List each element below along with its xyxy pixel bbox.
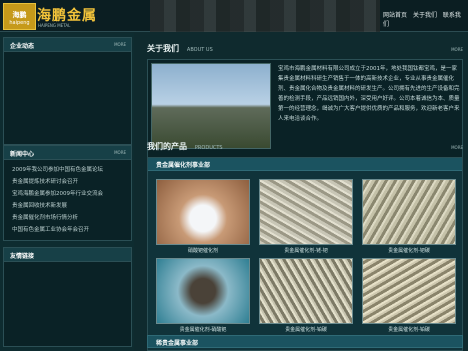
product-caption[interactable]: 贵金属催化剂-铂碳 (362, 326, 456, 333)
product-item[interactable]: 贵金属催化剂-铑-钯 (259, 179, 353, 254)
news-item[interactable]: 中国有色金属工业协会年会召开 (12, 224, 131, 236)
product-image[interactable] (259, 179, 353, 245)
company-name: 海鹏金属 (37, 8, 97, 24)
links-header: 友情链接 (4, 248, 131, 262)
nav-about[interactable]: 关于我们 (413, 12, 437, 19)
news-item[interactable]: 宝鸡海鹏金属参加2009年行业交流会 (12, 188, 131, 200)
main-content: 关于我们 ABOUT US MORE 宝鸡市海鹏金属材料有限公司成立于2001年… (143, 37, 465, 351)
site-header: 海鹏 haipeng 海鹏金属 HAIPENG METAL 网站首页 关于我们 … (0, 0, 468, 32)
header-banner-image (150, 0, 380, 32)
products-section-title: 我们的产品 PRODUCTS MORE (147, 141, 465, 155)
product-item[interactable]: 贵金属催化剂-钯碳 (362, 179, 456, 254)
top-nav: 网站首页 关于我们 联系我们 (383, 10, 466, 28)
catalyst-division-bar: 贵金属催化剂事业部 (148, 158, 462, 171)
news-item[interactable]: 贵金属回收技术新发展 (12, 200, 131, 212)
product-caption[interactable]: 贵金属催化剂-钯碳 (362, 247, 456, 254)
left-sidebar: 企业动态 MORE 新闻中心 MORE 2009年我公司参加中国有色金属论坛 贵… (0, 33, 134, 351)
logo-badge[interactable]: 海鹏 haipeng (3, 3, 36, 30)
about-title: 关于我们 (147, 44, 179, 53)
catalyst-division-title: 贵金属催化剂事业部 (156, 162, 211, 169)
product-caption[interactable]: 贵金属催化剂-铑-钯 (259, 247, 353, 254)
links-title: 友情链接 (10, 253, 35, 260)
product-image[interactable] (156, 179, 250, 245)
product-image[interactable] (259, 258, 353, 324)
product-item[interactable]: 贵金属催化剂-铂碳 (259, 258, 353, 333)
nav-home[interactable]: 网站首页 (383, 12, 407, 19)
logo-badge-sub: haipeng (9, 20, 30, 26)
product-caption[interactable]: 贵金属催化剂-硝酸钯 (156, 326, 250, 333)
corp-news-header: 企业动态 MORE (4, 38, 131, 52)
links-box: 友情链接 (3, 247, 132, 347)
corp-news-box: 企业动态 MORE (3, 37, 132, 145)
products-more-link[interactable]: MORE (451, 145, 463, 150)
news-center-header: 新闻中心 MORE (4, 146, 131, 160)
product-item[interactable]: 硝酸钯催化剂 (156, 179, 250, 254)
logo-badge-text: 海鹏 (12, 11, 27, 19)
news-item[interactable]: 贵金属催化剂市场行情分析 (12, 212, 131, 224)
product-item[interactable]: 贵金属催化剂-铂碳 (362, 258, 456, 333)
corp-news-title: 企业动态 (10, 43, 35, 50)
company-building-photo (151, 63, 271, 149)
news-center-more-link[interactable]: MORE (114, 150, 126, 155)
about-title-en: ABOUT US (186, 47, 213, 53)
about-section-title: 关于我们 ABOUT US MORE (147, 43, 465, 57)
news-item[interactable]: 2009年我公司参加中国有色金属论坛 (12, 164, 131, 176)
product-image[interactable] (156, 258, 250, 324)
news-item[interactable]: 贵金属提炼技术研讨会召开 (12, 176, 131, 188)
about-text: 宝鸡市海鹏金属材料有限公司成立于2001年，地处我国钛都宝鸡，是一家集贵金属材料… (278, 66, 460, 122)
product-image[interactable] (362, 258, 456, 324)
products-title: 我们的产品 (147, 142, 187, 151)
company-name-en: HAIPENG METAL (38, 23, 71, 28)
rare-metal-division-title: 稀贵金属事业部 (156, 340, 199, 347)
about-more-link[interactable]: MORE (451, 47, 463, 52)
news-list: 2009年我公司参加中国有色金属论坛 贵金属提炼技术研讨会召开 宝鸡海鹏金属参加… (4, 160, 131, 236)
products-box: 贵金属催化剂事业部 硝酸钯催化剂 贵金属催化剂-铑-钯 贵金属催化剂-钯碳 贵金… (147, 157, 463, 351)
product-caption[interactable]: 贵金属催化剂-铂碳 (259, 326, 353, 333)
rare-metal-division-bar: 稀贵金属事业部 (147, 335, 463, 348)
product-image[interactable] (362, 179, 456, 245)
corp-news-more-link[interactable]: MORE (114, 42, 126, 47)
product-item[interactable]: 贵金属催化剂-硝酸钯 (156, 258, 250, 333)
product-caption[interactable]: 硝酸钯催化剂 (156, 247, 250, 254)
news-center-title: 新闻中心 (10, 151, 35, 158)
news-center-box: 新闻中心 MORE 2009年我公司参加中国有色金属论坛 贵金属提炼技术研讨会召… (3, 145, 132, 241)
products-title-en: PRODUCTS (194, 145, 223, 151)
